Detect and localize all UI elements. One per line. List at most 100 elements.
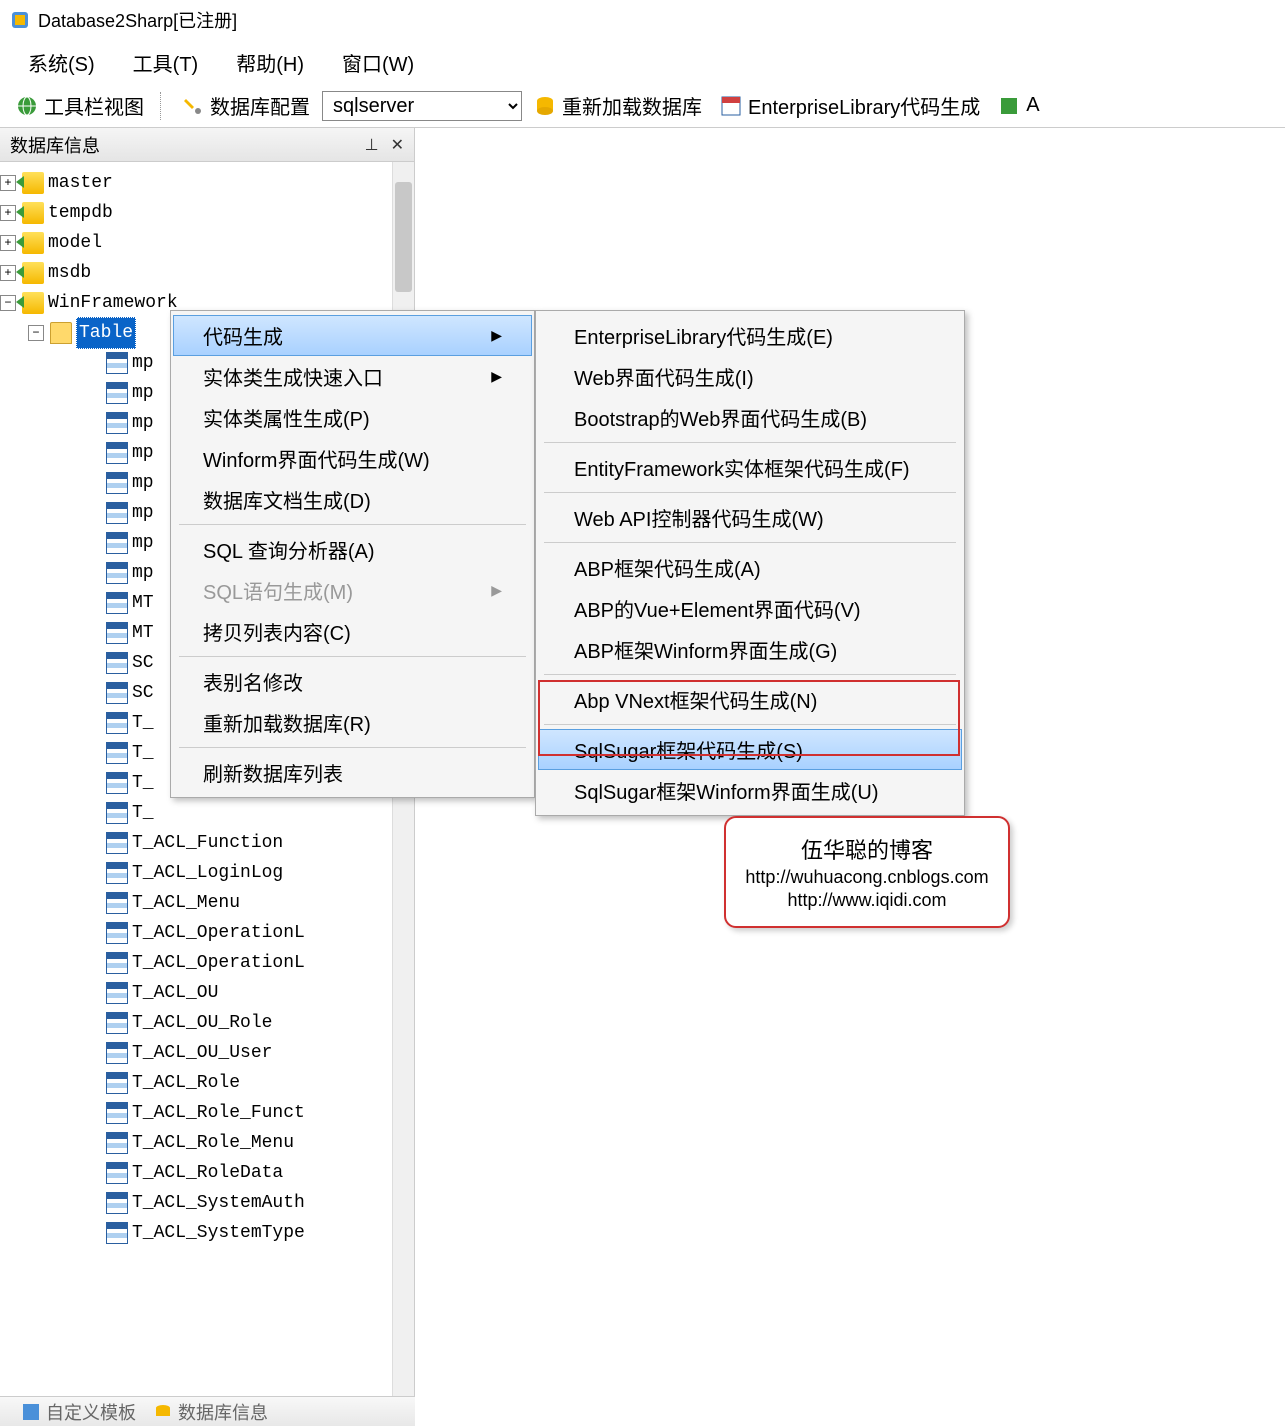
- menu-item[interactable]: SQL 查询分析器(A): [173, 529, 532, 570]
- watermark-title: 伍华聪的博客: [801, 833, 933, 865]
- table-icon: [106, 442, 128, 464]
- toggle-icon[interactable]: +: [0, 235, 16, 251]
- tree-node[interactable]: T_ACL_SystemAuth: [0, 1188, 414, 1218]
- menu-item[interactable]: Web API控制器代码生成(W): [538, 497, 962, 538]
- menu-item[interactable]: 实体类生成快速入口▶: [173, 356, 532, 397]
- database-icon: [22, 202, 44, 224]
- tree-node[interactable]: +msdb: [0, 258, 414, 288]
- submenu-arrow-icon: ▶: [491, 582, 502, 599]
- panel-header: 数据库信息 ⊥ ✕: [0, 128, 414, 162]
- tree-node[interactable]: + tempdb: [0, 198, 414, 228]
- tab-custom-template[interactable]: 自定义模板: [20, 1399, 136, 1425]
- tree-label: T_ACL_OperationL: [132, 948, 305, 978]
- tree-node[interactable]: T_ACL_SystemType: [0, 1218, 414, 1248]
- reload-db-button[interactable]: 重新加载数据库: [528, 89, 708, 122]
- tree-node[interactable]: T_: [0, 798, 414, 828]
- tab-db-info[interactable]: 数据库信息: [152, 1399, 268, 1425]
- table-icon: [106, 1072, 128, 1094]
- tree-node[interactable]: T_ACL_LoginLog: [0, 858, 414, 888]
- tree-label: mp: [132, 468, 154, 498]
- tree-node[interactable]: T_ACL_OU: [0, 978, 414, 1008]
- table-icon: [106, 562, 128, 584]
- db-info-icon: [152, 1401, 174, 1423]
- red-highlight-box: [538, 680, 960, 756]
- table-icon: [106, 382, 128, 404]
- tree-node[interactable]: T_ACL_Role_Funct: [0, 1098, 414, 1128]
- menu-item[interactable]: ABP的Vue+Element界面代码(V): [538, 588, 962, 629]
- menu-item[interactable]: Bootstrap的Web界面代码生成(B): [538, 397, 962, 438]
- tree-label: mp: [132, 528, 154, 558]
- tree-node[interactable]: T_ACL_Role_Menu: [0, 1128, 414, 1158]
- menu-separator: [179, 747, 526, 748]
- menu-item[interactable]: EntityFramework实体框架代码生成(F): [538, 447, 962, 488]
- menu-tools[interactable]: 工具(T): [133, 48, 199, 77]
- toggle-icon[interactable]: −: [28, 325, 44, 341]
- tree-label: T_ACL_LoginLog: [132, 858, 283, 888]
- menu-separator: [179, 524, 526, 525]
- menu-item[interactable]: 代码生成▶: [173, 315, 532, 356]
- tree-node[interactable]: T_ACL_RoleData: [0, 1158, 414, 1188]
- menu-item[interactable]: ABP框架代码生成(A): [538, 547, 962, 588]
- table-icon: [106, 622, 128, 644]
- toolbar-view-button[interactable]: 工具栏视图: [10, 89, 150, 122]
- menu-item[interactable]: 重新加载数据库(R): [173, 702, 532, 743]
- tree-label: mp: [132, 348, 154, 378]
- menu-item[interactable]: ABP框架Winform界面生成(G): [538, 629, 962, 670]
- toggle-icon[interactable]: +: [0, 265, 16, 281]
- menu-item[interactable]: EnterpriseLibrary代码生成(E): [538, 315, 962, 356]
- menu-separator: [544, 674, 956, 675]
- menu-window[interactable]: 窗口(W): [342, 48, 414, 77]
- menu-separator: [544, 542, 956, 543]
- menu-item[interactable]: 实体类属性生成(P): [173, 397, 532, 438]
- submenu-arrow-icon: ▶: [491, 368, 502, 385]
- tree-label: mp: [132, 378, 154, 408]
- tree-label: master: [48, 168, 113, 198]
- tree-label: mp: [132, 558, 154, 588]
- table-icon: [106, 1162, 128, 1184]
- submenu-arrow-icon: ▶: [491, 327, 502, 344]
- menu-item[interactable]: 拷贝列表内容(C): [173, 611, 532, 652]
- tree-node[interactable]: + master: [0, 168, 414, 198]
- menu-separator: [179, 656, 526, 657]
- tree-node[interactable]: T_ACL_Role: [0, 1068, 414, 1098]
- tree-node[interactable]: T_ACL_OperationL: [0, 948, 414, 978]
- entlib-label: EnterpriseLibrary代码生成: [748, 91, 980, 120]
- window-title: Database2Sharp[已注册]: [38, 7, 237, 33]
- entlib-button[interactable]: EnterpriseLibrary代码生成: [714, 89, 986, 122]
- toggle-icon[interactable]: −: [0, 295, 16, 311]
- table-icon: [106, 502, 128, 524]
- table-icon: [106, 982, 128, 1004]
- menu-item[interactable]: SqlSugar框架Winform界面生成(U): [538, 770, 962, 811]
- tree-node[interactable]: T_ACL_Function: [0, 828, 414, 858]
- table-icon: [106, 1132, 128, 1154]
- menu-help[interactable]: 帮助(H): [236, 48, 304, 77]
- menu-item[interactable]: 数据库文档生成(D): [173, 479, 532, 520]
- menu-separator: [544, 492, 956, 493]
- tree-node[interactable]: +model: [0, 228, 414, 258]
- tree-node[interactable]: T_ACL_Menu: [0, 888, 414, 918]
- table-icon: [106, 682, 128, 704]
- table-icon: [106, 802, 128, 824]
- db-type-select[interactable]: sqlserver: [322, 91, 522, 121]
- tree-node[interactable]: T_ACL_OperationL: [0, 918, 414, 948]
- tree-label: T_ACL_OperationL: [132, 918, 305, 948]
- menu-item[interactable]: 刷新数据库列表: [173, 752, 532, 793]
- menu-item[interactable]: 表别名修改: [173, 661, 532, 702]
- pin-icon[interactable]: ⊥: [365, 135, 379, 155]
- menu-system[interactable]: 系统(S): [28, 48, 95, 77]
- tree-label: T_ACL_Function: [132, 828, 283, 858]
- menu-separator: [544, 442, 956, 443]
- toolbar: 工具栏视图 数据库配置 sqlserver 重新加载数据库 Enterprise…: [0, 84, 1285, 128]
- toggle-icon[interactable]: +: [0, 175, 16, 191]
- close-icon[interactable]: ✕: [391, 135, 404, 155]
- menu-item[interactable]: Web界面代码生成(I): [538, 356, 962, 397]
- extra-button[interactable]: A: [992, 92, 1045, 119]
- tree-node[interactable]: T_ACL_OU_User: [0, 1038, 414, 1068]
- tree-node[interactable]: T_ACL_OU_Role: [0, 1008, 414, 1038]
- table-icon: [106, 892, 128, 914]
- menu-item[interactable]: Winform界面代码生成(W): [173, 438, 532, 479]
- tree-label: tempdb: [48, 198, 113, 228]
- watermark-box: 伍华聪的博客 http://wuhuacong.cnblogs.com http…: [724, 816, 1010, 928]
- toggle-icon[interactable]: +: [0, 205, 16, 221]
- db-config-button[interactable]: 数据库配置: [176, 89, 316, 122]
